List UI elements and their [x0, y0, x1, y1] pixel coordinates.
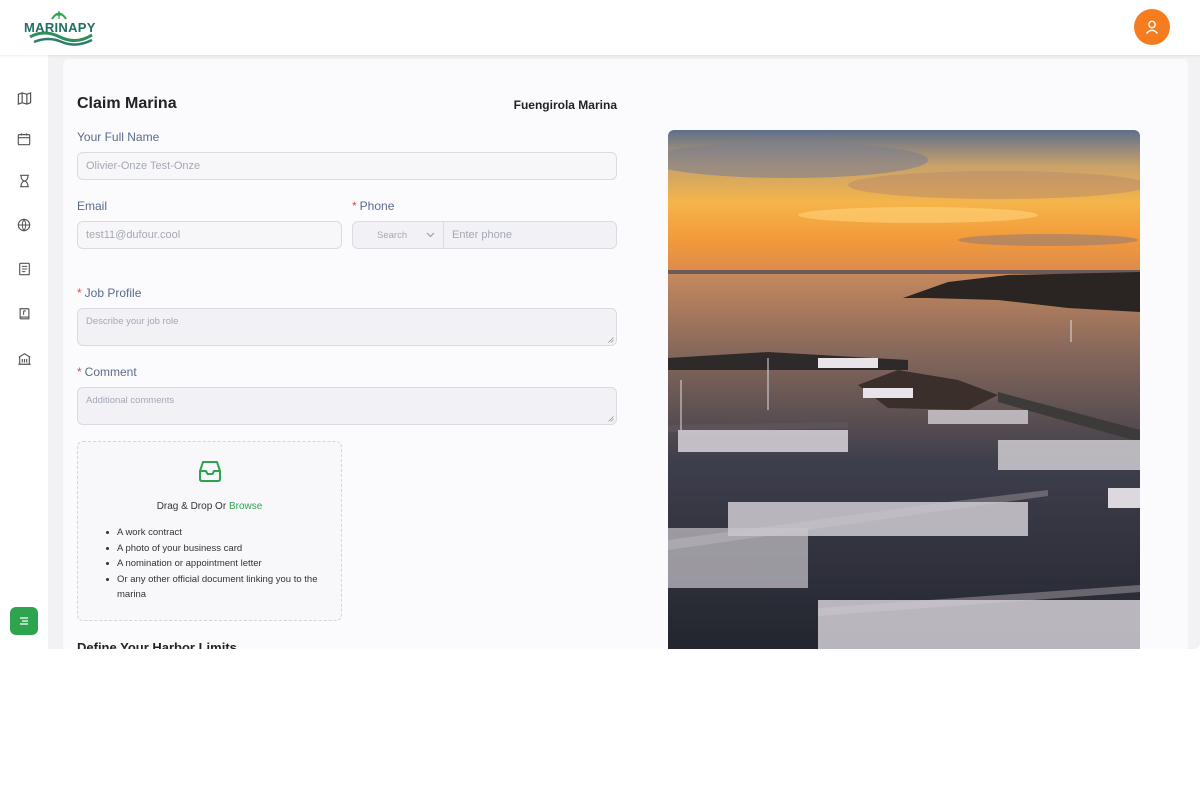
inbox-icon [199, 461, 221, 482]
resize-grip-icon[interactable] [608, 337, 614, 343]
chevron-down-icon [426, 232, 435, 238]
job-profile-label-text: Job Profile [84, 286, 142, 300]
map-icon [17, 91, 31, 105]
sidebar-item-hourglass[interactable] [15, 172, 33, 190]
sidebar-item-calendar[interactable] [15, 130, 33, 148]
accepted-documents-list: A work contract A photo of your business… [106, 525, 331, 603]
list-item: A work contract [106, 525, 331, 541]
user-avatar-button[interactable] [1134, 9, 1170, 45]
app-window: MARINAPY Claim Marina Fuengirola Marina … [0, 0, 1200, 649]
page-title: Claim Marina [77, 95, 177, 112]
country-search-placeholder: Search [377, 229, 408, 241]
email-label: Email [77, 199, 108, 213]
calendar-icon [17, 133, 31, 146]
document-list-icon [18, 262, 30, 276]
logo-text: MARINAPY [24, 20, 96, 35]
sidebar-item-map[interactable] [15, 89, 33, 107]
comment-label: * Comment [77, 365, 137, 379]
resize-grip-icon[interactable] [608, 416, 614, 422]
comment-placeholder: Additional comments [86, 395, 175, 406]
marina-sunset-image [668, 130, 1140, 649]
building-icon [17, 353, 31, 365]
top-bar: MARINAPY [0, 0, 1200, 55]
marina-name: Fuengirola Marina [513, 98, 617, 112]
sidebar-item-building[interactable] [15, 350, 33, 368]
comment-label-text: Comment [84, 365, 137, 379]
marinapy-logo[interactable]: MARINAPY [22, 7, 98, 49]
list-item: A photo of your business card [106, 541, 331, 557]
required-marker: * [77, 286, 82, 300]
sidebar-toggle-button[interactable] [10, 607, 38, 635]
sidebar-item-documents[interactable] [15, 260, 33, 278]
full-name-label: Your Full Name [77, 130, 160, 144]
list-item: Or any other official document linking y… [106, 572, 331, 603]
job-profile-label: * Job Profile [77, 286, 141, 300]
dropzone-text: Drag & Drop Or Browse [78, 501, 341, 512]
hourglass-icon [19, 174, 29, 188]
phone-input[interactable]: Enter phone [444, 221, 617, 249]
required-marker: * [352, 199, 357, 213]
phone-label-text: Phone [359, 199, 395, 213]
user-icon [1145, 20, 1159, 34]
email-input[interactable]: test11@dufour.cool [77, 221, 342, 249]
phone-label: * Phone [352, 199, 394, 213]
comment-textarea[interactable]: Additional comments [77, 387, 617, 425]
file-dropzone[interactable]: Drag & Drop Or Browse A work contract A … [77, 441, 342, 621]
menu-icon [20, 617, 28, 625]
full-name-input[interactable]: Olivier-Onze Test-Onze [77, 152, 617, 180]
sidebar-item-book[interactable] [15, 305, 33, 323]
harbor-limits-heading: Define Your Harbor Limits [77, 640, 237, 649]
sidebar-item-globe[interactable] [15, 216, 33, 234]
required-marker: * [77, 365, 82, 379]
globe-icon [17, 218, 31, 232]
sidebar [0, 55, 48, 649]
job-profile-placeholder: Describe your job role [86, 316, 179, 327]
marina-photo [668, 130, 1140, 649]
book-icon [19, 308, 29, 320]
list-item: A nomination or appointment letter [106, 556, 331, 572]
browse-link[interactable]: Browse [229, 501, 262, 512]
country-code-select[interactable]: Search [352, 221, 444, 249]
job-profile-textarea[interactable]: Describe your job role [77, 308, 617, 346]
drag-drop-text: Drag & Drop Or [156, 501, 229, 512]
